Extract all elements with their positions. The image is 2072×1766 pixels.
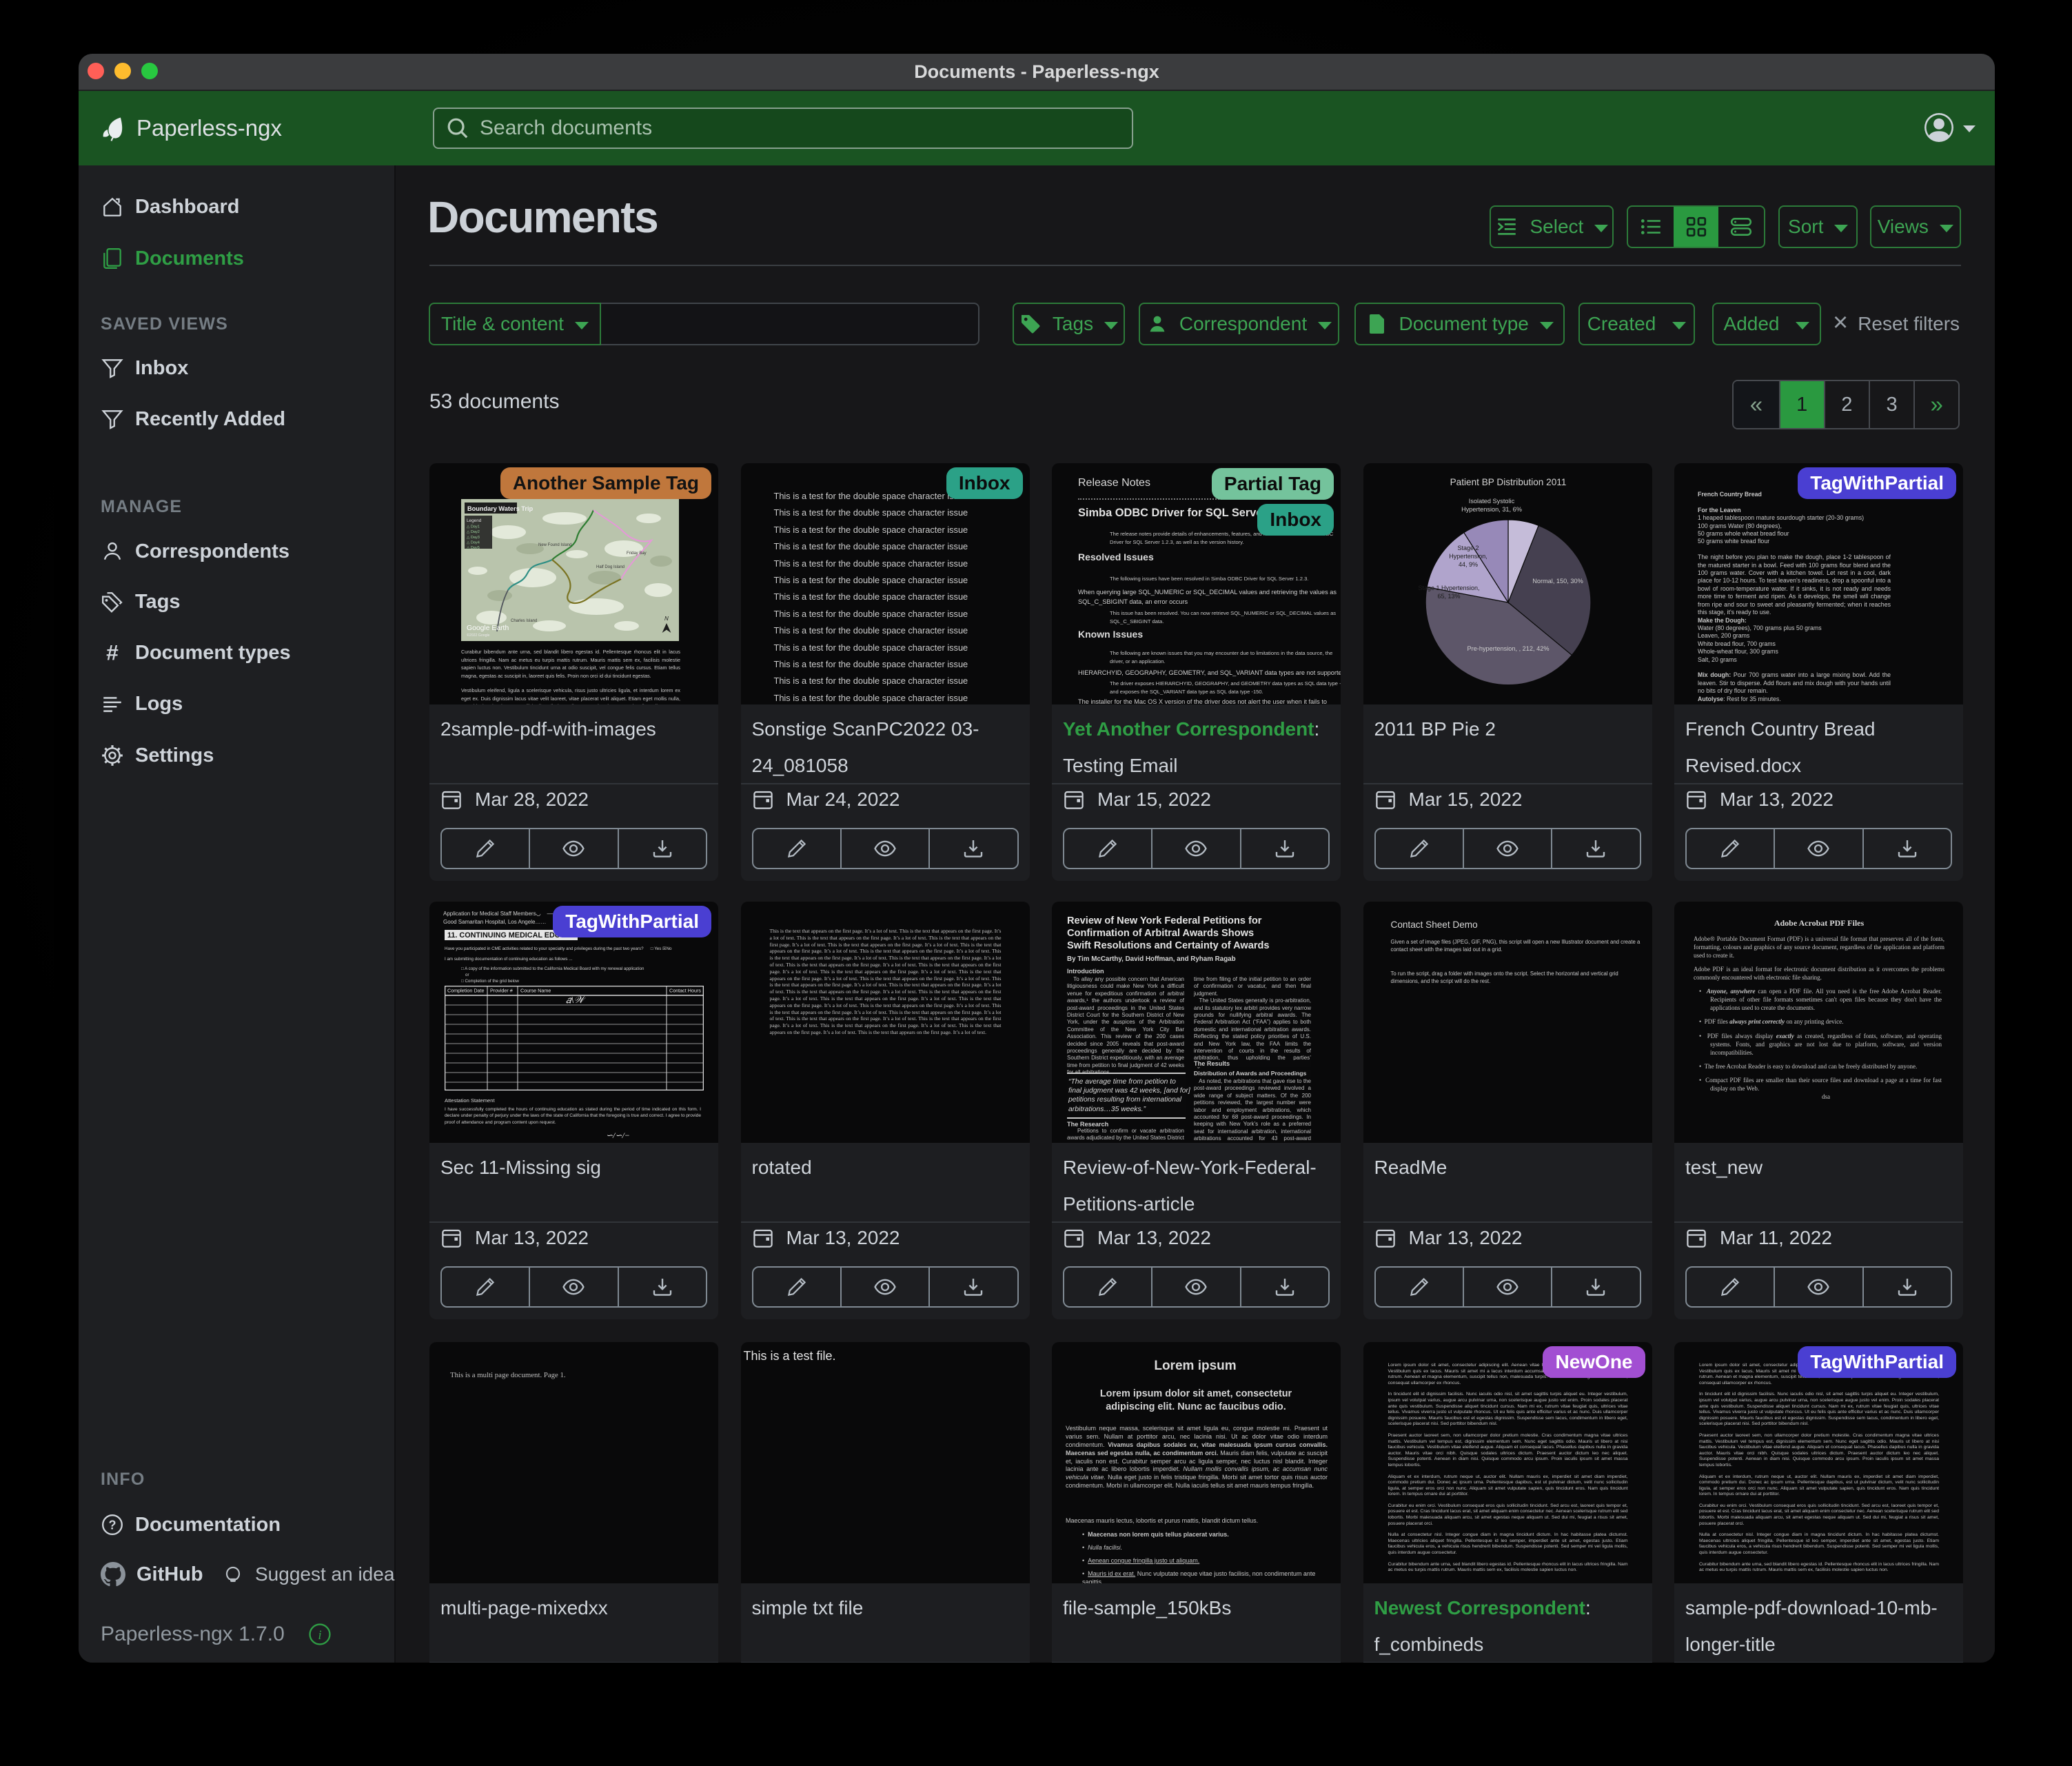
svg-text:N: N — [664, 616, 669, 622]
svg-text:△ Day3: △ Day3 — [467, 536, 480, 540]
svg-text:i: i — [318, 1628, 321, 1643]
svg-text:△ Day4: △ Day4 — [467, 540, 480, 545]
svg-text:Google Earth: Google Earth — [467, 625, 509, 632]
svg-text:Normal, 150, 30%: Normal, 150, 30% — [1532, 578, 1583, 585]
svg-text:Provider #: Provider # — [490, 988, 513, 994]
svg-text:44, 9%: 44, 9% — [1458, 561, 1477, 568]
svg-text:△ Day2: △ Day2 — [467, 530, 480, 534]
svg-text:#: # — [106, 641, 119, 664]
svg-text:Half Dog Island: Half Dog Island — [596, 565, 624, 569]
svg-text:△ Day1: △ Day1 — [467, 525, 480, 529]
svg-text:Isolated Systolic: Isolated Systolic — [1468, 498, 1514, 505]
svg-text:Stage 2: Stage 2 — [1457, 545, 1479, 551]
svg-text:Charles Island: Charles Island — [511, 619, 537, 623]
svg-text:𝑎\𝒲: 𝑎\𝒲 — [566, 995, 586, 1006]
svg-text:Hypertension,: Hypertension, — [1449, 553, 1487, 560]
svg-text:△ Day5: △ Day5 — [467, 546, 480, 550]
svg-text:©2022 Google: ©2022 Google — [467, 633, 490, 638]
svg-text:Friday Bay: Friday Bay — [627, 551, 647, 556]
svg-text:Patient BP Distribution 2011: Patient BP Distribution 2011 — [1450, 477, 1566, 487]
svg-text:?: ? — [108, 1518, 116, 1532]
svg-text:Boundary Waters Trip: Boundary Waters Trip — [467, 505, 534, 512]
svg-text:Course Name: Course Name — [520, 988, 551, 994]
svg-text:Completion Date: Completion Date — [447, 988, 485, 994]
svg-text:Pre-hypertension, , 212, 42%: Pre-hypertension, , 212, 42% — [1467, 645, 1549, 652]
svg-text:65, 13%: 65, 13% — [1437, 593, 1460, 600]
svg-text:Contact Hours: Contact Hours — [669, 988, 701, 994]
svg-text:Legend: Legend — [467, 518, 482, 523]
svg-text:Stage 1 Hypertension,: Stage 1 Hypertension, — [1418, 585, 1479, 591]
svg-text:New Found Island: New Found Island — [538, 543, 571, 547]
svg-text:Hypertension, 31, 6%: Hypertension, 31, 6% — [1461, 506, 1522, 513]
